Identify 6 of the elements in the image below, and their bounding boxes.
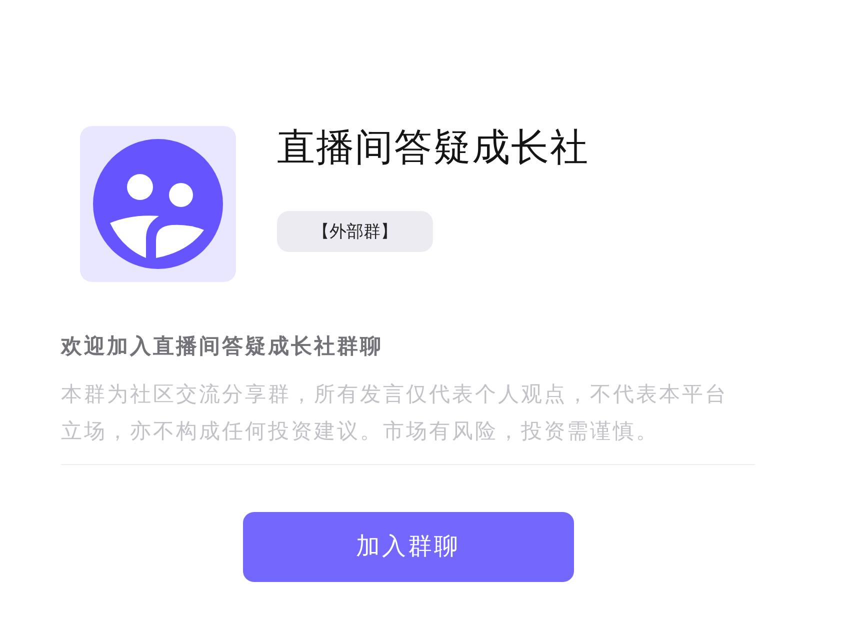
group-avatar-icon [80, 126, 236, 282]
group-name: 直播间答疑成长社 [277, 126, 589, 170]
join-group-button[interactable]: 加入群聊 [242, 512, 574, 582]
disclaimer-text: 本群为社区交流分享群，所有发言仅代表个人观点，不代表本平台立场，亦不构成任何投资建议。市场有风险，投资需谨慎。 [61, 382, 729, 445]
welcome-heading: 欢迎加入直播间答疑成长社群聊 [61, 334, 384, 360]
group-type-tag: 【外部群】 [277, 211, 433, 252]
